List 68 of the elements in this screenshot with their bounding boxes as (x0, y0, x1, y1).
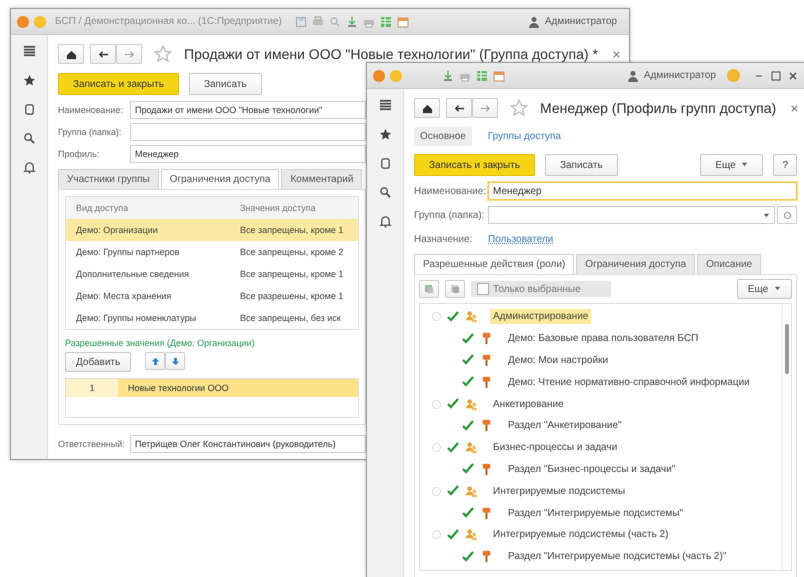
column-header: Вид доступа (75, 203, 130, 213)
field-label: Группа (папка): (58, 127, 122, 137)
input-field[interactable]: Менеджер (488, 182, 797, 200)
table-row[interactable]: Демо: Места хранения Все разрешены, кроме 1 (66, 285, 358, 307)
tree-item[interactable]: Администрирование (490, 309, 592, 324)
table-cell-text: Все разрешены, кроме 1 (240, 291, 344, 301)
tree-item[interactable]: Раздел "Интегрируемые подсистемы (часть 2)" (505, 549, 730, 564)
input-field[interactable]: Продажи от имени ООО "Новые технологии" (130, 101, 366, 119)
more-button[interactable]: Еще (700, 154, 764, 176)
form-title: Продажи от имени ООО "Новые технологии" (Группа доступа) * (184, 46, 598, 62)
table-cell-text: Дополнительные сведения (75, 269, 190, 279)
input-field[interactable]: Петрищев Олег Константинович (руководитель) (130, 435, 366, 453)
tab[interactable]: Ограничения доступа (160, 169, 280, 189)
user-name[interactable]: Администратор (644, 70, 716, 81)
help-button[interactable]: ? (773, 154, 797, 176)
tree-item[interactable]: Демо: Мои настройки (505, 352, 612, 368)
table-cell-text: Все запрещены, кроме 1 (240, 269, 344, 279)
table-cell-text: Демо: Группы партнеров (75, 247, 180, 257)
save-button[interactable]: Записать (544, 154, 618, 176)
save-button[interactable]: Записать (188, 73, 262, 95)
field-label: Ответственный: (58, 439, 126, 449)
save-button[interactable]: Записать и закрыть (414, 154, 535, 176)
field-label: Профиль: (58, 149, 100, 159)
table-cell-text: Все запрещены, кроме 1 (240, 225, 344, 235)
field-label: Наименование: (414, 186, 488, 196)
section-link[interactable]: Группы доступа (482, 127, 567, 146)
table-row[interactable]: Дополнительные сведения Все запрещены, кроме 1 (66, 263, 358, 285)
table-cell-text: Демо: Места хранения (75, 291, 172, 301)
tree-item[interactable]: Демо: Базовые права пользователя БСП (505, 331, 702, 346)
tree-item[interactable]: Демо: Чтение нормативно-справочной информации (505, 374, 753, 390)
table-cell-text: Все запрещены, без иск (240, 313, 342, 323)
more-button[interactable]: Еще (736, 279, 792, 299)
tab[interactable]: Разрешенные действия (роли) (414, 254, 574, 274)
tree-item[interactable]: Интегрируемые подсистемы (490, 484, 628, 499)
column-header: Значения доступа (240, 203, 317, 213)
row-number: 1 (66, 379, 118, 397)
tab[interactable]: Ограничения доступа (576, 254, 696, 274)
table-row[interactable]: 1 Новые технологии ООО (66, 379, 358, 397)
field-label: Наименование: (58, 105, 124, 115)
table-row[interactable]: Демо: Группы номенклатуры Все запрещены, без иск (66, 307, 358, 329)
tree-item[interactable]: Раздел "Интегрируемые подсистемы" (505, 506, 686, 521)
section-link[interactable]: Основное (414, 127, 472, 146)
input-field[interactable]: Менеджер (130, 145, 366, 163)
field-label: Группа (папка): (414, 210, 486, 220)
tree-item[interactable]: Интегрируемые подсистемы (часть 2) (490, 527, 672, 542)
table-cell-text: Демо: Группы номенклатуры (75, 313, 198, 323)
tab[interactable]: Комментарий (281, 169, 362, 189)
table-row[interactable]: Демо: Организации Все запрещены, кроме 1 (66, 219, 358, 241)
tree-item[interactable]: Раздел "Анкетирование" (505, 418, 625, 434)
only-selected-toggle[interactable]: Только выбранные (471, 281, 611, 297)
table-row[interactable]: Демо: Группы партнеров Все запрещены, кроме 2 (66, 241, 358, 263)
form-title: Менеджер (Профиль групп доступа) (540, 100, 776, 116)
table-cell-text: Все запрещены, кроме 2 (240, 247, 344, 257)
tab[interactable]: Участники группы (58, 169, 159, 189)
tree-item[interactable]: Анкетирование (490, 396, 567, 412)
save-button[interactable]: Записать и закрыть (58, 73, 179, 95)
field-label: Назначение: (414, 234, 474, 244)
table-cell-text: Демо: Организации (75, 225, 159, 235)
link[interactable]: Пользователи (488, 234, 554, 244)
add-button[interactable]: Добавить (65, 352, 132, 372)
checkbox-label: Только выбранные (493, 284, 581, 294)
tree-item[interactable]: Раздел "Бизнес-процессы и задачи" (505, 462, 678, 477)
section-caption: Разрешенные значения (Демо: Организации) (65, 338, 256, 348)
table-cell: Новые технологии ООО (118, 379, 358, 397)
tab[interactable]: Описание (697, 254, 762, 274)
window-title: БСП / Демонстрационная ко... (1С:Предприятие) (55, 16, 282, 27)
user-name[interactable]: Администратор (544, 16, 617, 27)
tree-item[interactable]: Бизнес-процессы и задачи (490, 440, 620, 456)
